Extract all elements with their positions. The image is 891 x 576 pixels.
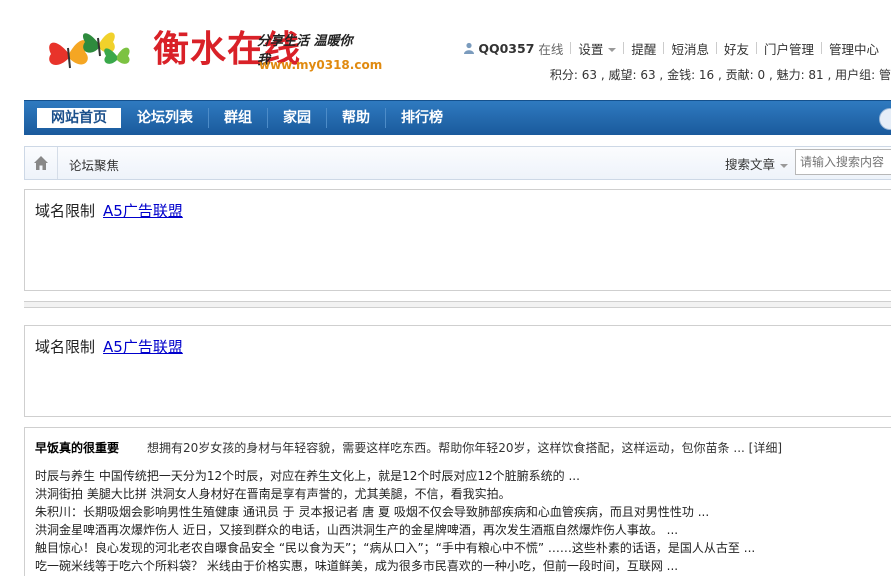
main-nav: 网站首页 论坛列表 群组 家园 帮助 排行榜 (24, 100, 891, 135)
nav-home-space[interactable]: 家园 (268, 108, 327, 128)
news-item[interactable]: 触目惊心！良心发现的河北老农自曝食品安全 “民以食为天”；“病从口入”；“手中有… (35, 539, 755, 557)
news-item[interactable]: 吃一碗米线等于吃六个所料袋？ 米线由于价格实惠，味道鲜美，成为很多市民喜欢的一种… (35, 557, 755, 575)
admin-center-link[interactable]: 管理中心 (829, 39, 879, 58)
ad-link[interactable]: A5广告联盟 (103, 338, 183, 356)
site-url: www.my0318.com (259, 58, 383, 72)
separator (570, 42, 572, 54)
news-box: 早饭真的很重要 想拥有20岁女孩的身材与年轻容貌，需要这样吃东西。帮助你年轻20岁… (24, 427, 891, 576)
search-type-select[interactable]: 搜索文章 (725, 154, 789, 173)
ad-box: 域名限制 A5广告联盟 (24, 325, 891, 417)
home-button[interactable] (25, 147, 58, 179)
online-status: 在线 (538, 41, 564, 57)
news-item[interactable]: 时辰与养生 中国传统把一天分为12个时辰，对应在养生文化上，就是12个时辰对应1… (35, 467, 755, 485)
divider (24, 301, 891, 308)
ad-content: 域名限制 A5广告联盟 (35, 336, 183, 357)
user-bar: QQ0357 在线 设置 提醒 短消息 好友 门户管理 管理中心 (463, 38, 891, 58)
headline-desc[interactable]: 想拥有20岁女孩的身材与年轻容貌，需要这样吃东西。帮助你年轻20岁，这样饮食搭配… (147, 441, 782, 455)
friends-link[interactable]: 好友 (724, 39, 749, 58)
news-headline: 早饭真的很重要 想拥有20岁女孩的身材与年轻容貌，需要这样吃东西。帮助你年轻20岁… (35, 439, 782, 456)
user-stats: 积分: 63 , 威望: 63 , 金钱: 16 , 贡献: 0 , 魅力: 8… (549, 68, 891, 82)
news-item[interactable]: 洪洞金星啤酒再次爆炸伤人 近日，又接到群众的电话，山西洪洞生产的金星牌啤酒，再次… (35, 521, 755, 539)
reminder-link[interactable]: 提醒 (631, 39, 656, 58)
nav-ranking[interactable]: 排行榜 (386, 108, 458, 128)
ad-label: 域名限制 (35, 338, 96, 356)
search-input[interactable] (795, 149, 891, 175)
user-icon (464, 42, 475, 54)
chevron-down-icon (608, 48, 617, 52)
ad-box: 域名限制 A5广告联盟 (24, 189, 891, 291)
separator (715, 42, 717, 54)
portal-admin-link[interactable]: 门户管理 (764, 39, 814, 58)
ad-label: 域名限制 (35, 202, 96, 220)
chevron-down-icon (780, 163, 789, 168)
news-item[interactable]: 朱积川：长期吸烟会影响男性生殖健康 通讯员 于 灵本报记者 唐 夏 吸烟不仅会导… (35, 503, 755, 521)
nav-groups[interactable]: 群组 (209, 108, 268, 128)
news-list: 时辰与养生 中国传统把一天分为12个时辰，对应在养生文化上，就是12个时辰对应1… (35, 467, 755, 575)
messages-link[interactable]: 短消息 (671, 39, 709, 58)
separator (623, 42, 625, 54)
separator (820, 42, 822, 54)
ad-link[interactable]: A5广告联盟 (103, 202, 183, 220)
nav-forum-list[interactable]: 论坛列表 (122, 108, 209, 128)
ad-content: 域名限制 A5广告联盟 (35, 200, 183, 221)
search-type-label: 搜索文章 (725, 157, 776, 172)
separator (663, 42, 665, 54)
site-header: 衡水在线 分享生活 温暖你我 www.my0318.com QQ0357 在线 … (0, 0, 891, 98)
site-logo[interactable]: 衡水在线 分享生活 温暖你我 www.my0318.com (45, 14, 382, 84)
breadcrumb: 论坛聚焦 搜索文章 (24, 146, 891, 180)
settings-menu[interactable]: 设置 (578, 39, 617, 58)
breadcrumb-current[interactable]: 论坛聚焦 (69, 155, 119, 174)
settings-label: 设置 (578, 41, 604, 57)
nav-home[interactable]: 网站首页 (37, 108, 121, 128)
separator (755, 42, 757, 54)
username-link[interactable]: QQ0357 (478, 41, 534, 56)
nav-help[interactable]: 帮助 (327, 108, 386, 128)
home-icon (34, 156, 48, 170)
headline-title[interactable]: 早饭真的很重要 (35, 441, 119, 455)
news-item[interactable]: 洪洞街拍 美腿大比拼 洪洞女人身材好在晋南是享有声誉的，尤其美腿，不信，看我实拍… (35, 485, 755, 503)
